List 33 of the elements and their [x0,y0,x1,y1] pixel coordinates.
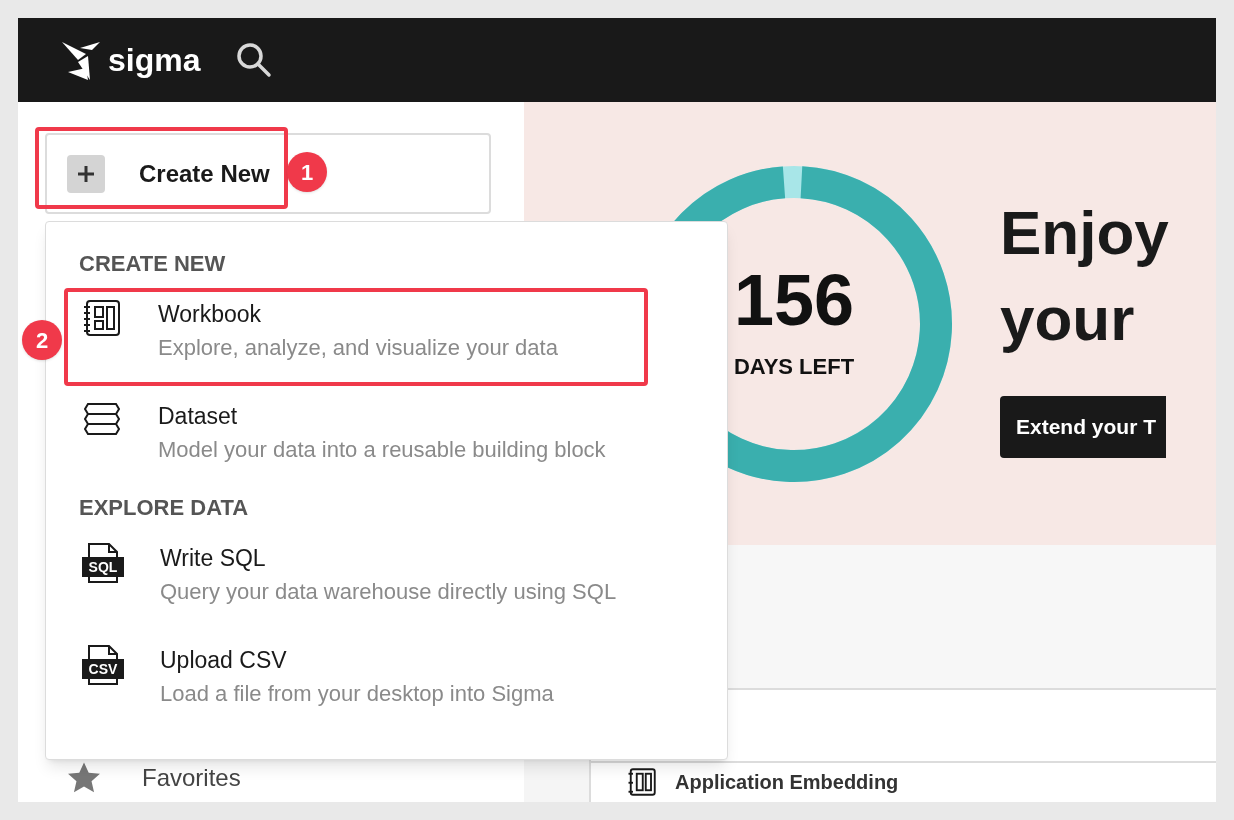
banner-heading: your [1000,282,1135,355]
workbook-icon [627,766,657,797]
menu-item-title: Dataset [158,402,239,431]
menu-item-title: Write SQL [160,544,267,573]
menu-item-title: Upload CSV [160,646,288,675]
document-title: Application Embedding [675,769,899,794]
document-row[interactable]: Application Embedding [591,763,1216,800]
step-badge: 1 [287,152,327,192]
days-count: 156 [733,264,855,336]
menu-item-title: Workbook [158,300,263,329]
menu-item-description: Load a file from your desktop into Sigma [160,680,554,708]
workbook-icon [82,298,122,338]
menu-item[interactable]: CSV Upload CSV Load a file from your desktop into Sigma [64,634,648,732]
days-label: DAYS LEFT [733,353,855,381]
step-badge: 2 [22,320,62,360]
menu-item-description: Query your data warehouse directly using SQL [160,578,617,606]
menu-item-description: Model your data into a reusable building block [158,436,606,464]
menu-item[interactable]: SQL Write SQL Query your data warehouse directly using SQL [64,532,648,630]
menu-item[interactable]: Workbook Explore, analyze, and visualize your data [64,288,648,386]
extend-trial-button[interactable]: Extend your T [1000,395,1167,458]
menu-item-description: Explore, analyze, and visualize your data [158,334,558,362]
brand-name: sigma [108,44,201,76]
menu-item[interactable]: Dataset Model your data into a reusable building block [64,390,648,488]
plus-icon [67,154,105,193]
star-icon [66,761,102,795]
file-type-label: CSV [82,659,124,679]
sidebar-item[interactable]: Favorites [18,758,524,798]
menu-section-heading: CREATE NEW [78,250,227,278]
search-icon[interactable] [236,42,273,78]
file-type-label: SQL [82,557,124,577]
banner-heading: Enjoy [1000,196,1169,269]
sidebar-item-label: Favorites [142,763,241,793]
menu-section-heading: EXPLORE DATA [78,494,250,522]
